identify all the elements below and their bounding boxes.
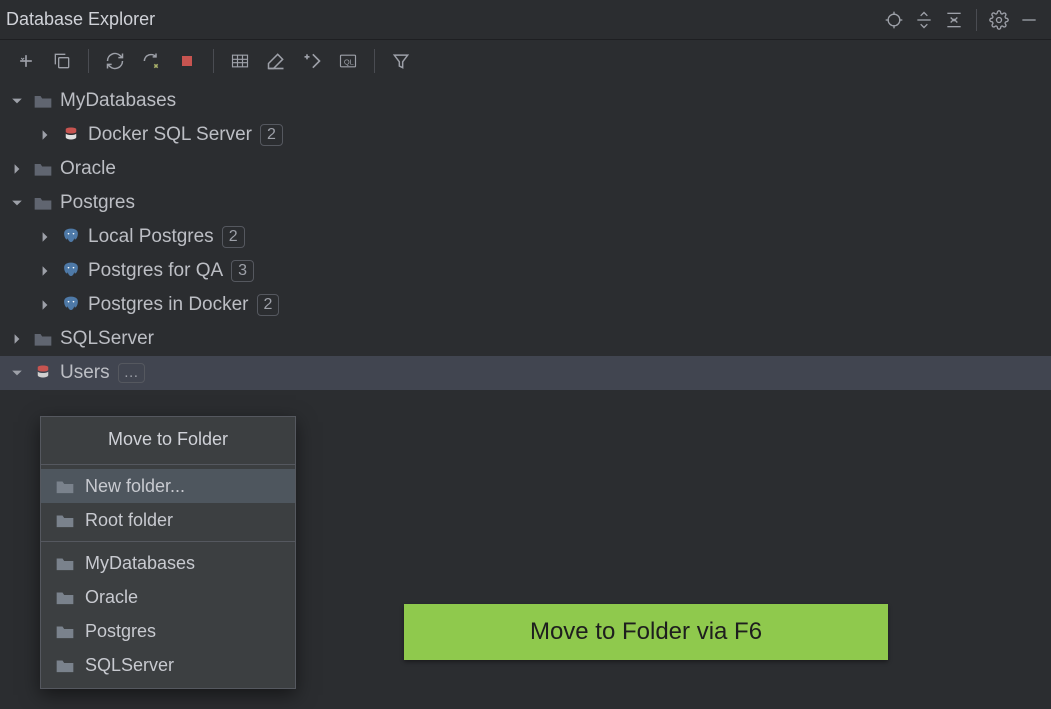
count-badge: 3 [231,260,254,282]
diagnose-refresh-button[interactable] [135,45,167,77]
sqlserver-icon [60,124,82,146]
count-badge: 2 [222,226,245,248]
chevron-right-icon[interactable] [36,299,54,311]
menu-item-label: Oracle [85,587,138,608]
menu-item-sqlserver[interactable]: SQLServer [41,648,295,682]
table-view-button[interactable] [224,45,256,77]
tree-item-postgres[interactable]: Postgres [0,186,1051,220]
count-badge: 2 [257,294,280,316]
popup-title: Move to Folder [41,421,295,460]
add-button[interactable] [10,45,42,77]
folder-icon [55,478,75,495]
menu-item-label: SQLServer [85,655,174,676]
folder-icon [32,90,54,112]
postgres-icon [60,294,82,316]
ellipsis-badge: … [118,363,145,383]
postgres-icon [60,260,82,282]
header-icons [880,6,1043,34]
panel-header: Database Explorer [0,0,1051,40]
tree-item-docker-sql-server[interactable]: Docker SQL Server 2 [0,118,1051,152]
tree-item-label: Postgres [60,192,135,214]
postgres-icon [60,226,82,248]
toolbar-separator [374,49,375,73]
minimize-icon[interactable] [1015,6,1043,34]
folder-icon [55,555,75,572]
menu-item-mydatabases[interactable]: MyDatabases [41,546,295,580]
popup-separator [41,464,295,465]
move-to-folder-popup: Move to Folder New folder... Root folder… [40,416,296,689]
filter-button[interactable] [385,45,417,77]
tree-item-label: Postgres in Docker [88,294,249,316]
chevron-right-icon[interactable] [8,333,26,345]
tree-item-sqlserver[interactable]: SQLServer [0,322,1051,356]
menu-item-postgres[interactable]: Postgres [41,614,295,648]
expand-all-icon[interactable] [910,6,938,34]
chevron-right-icon[interactable] [36,231,54,243]
stop-button[interactable] [171,45,203,77]
menu-item-label: New folder... [85,476,185,497]
header-separator [976,9,977,31]
duplicate-button[interactable] [46,45,78,77]
chevron-down-icon[interactable] [8,367,26,379]
toolbar-separator [213,49,214,73]
folder-icon [32,328,54,350]
menu-item-label: Root folder [85,510,173,531]
tree-item-label: Postgres for QA [88,260,223,282]
gear-icon[interactable] [985,6,1013,34]
svg-text:QL: QL [344,57,354,66]
tree-item-postgres-qa[interactable]: Postgres for QA 3 [0,254,1051,288]
count-badge: 2 [260,124,283,146]
folder-icon [55,657,75,674]
refresh-button[interactable] [99,45,131,77]
panel-title: Database Explorer [6,9,880,30]
callout-text: Move to Folder via F6 [530,618,762,646]
tree-item-postgres-docker[interactable]: Postgres in Docker 2 [0,288,1051,322]
sqlserver-icon [32,362,54,384]
folder-icon [55,512,75,529]
tree-item-local-postgres[interactable]: Local Postgres 2 [0,220,1051,254]
toolbar-separator [88,49,89,73]
chevron-right-icon[interactable] [36,129,54,141]
menu-item-label: Postgres [85,621,156,642]
tree-item-oracle[interactable]: Oracle [0,152,1051,186]
tree-item-users[interactable]: Users … [0,356,1051,390]
chevron-right-icon[interactable] [8,163,26,175]
menu-item-oracle[interactable]: Oracle [41,580,295,614]
tree-item-label: Users [60,362,110,384]
menu-item-label: MyDatabases [85,553,195,574]
toolbar: QL [0,40,1051,82]
tree-item-label: Oracle [60,158,116,180]
chevron-down-icon[interactable] [8,95,26,107]
ql-console-button[interactable]: QL [332,45,364,77]
folder-icon [55,589,75,606]
collapse-all-icon[interactable] [940,6,968,34]
tree-item-mydatabases[interactable]: MyDatabases [0,84,1051,118]
menu-item-new-folder[interactable]: New folder... [41,469,295,503]
tree-item-label: Docker SQL Server [88,124,252,146]
target-icon[interactable] [880,6,908,34]
chevron-right-icon[interactable] [36,265,54,277]
popup-separator [41,541,295,542]
edit-ddl-button[interactable] [260,45,292,77]
jump-button[interactable] [296,45,328,77]
menu-item-root-folder[interactable]: Root folder [41,503,295,537]
folder-icon [55,623,75,640]
tree: MyDatabases Docker SQL Server 2 Oracle P… [0,82,1051,390]
tree-item-label: SQLServer [60,328,154,350]
chevron-down-icon[interactable] [8,197,26,209]
tree-item-label: MyDatabases [60,90,176,112]
folder-icon [32,192,54,214]
tree-item-label: Local Postgres [88,226,214,248]
annotation-callout: Move to Folder via F6 [404,604,888,660]
folder-icon [32,158,54,180]
